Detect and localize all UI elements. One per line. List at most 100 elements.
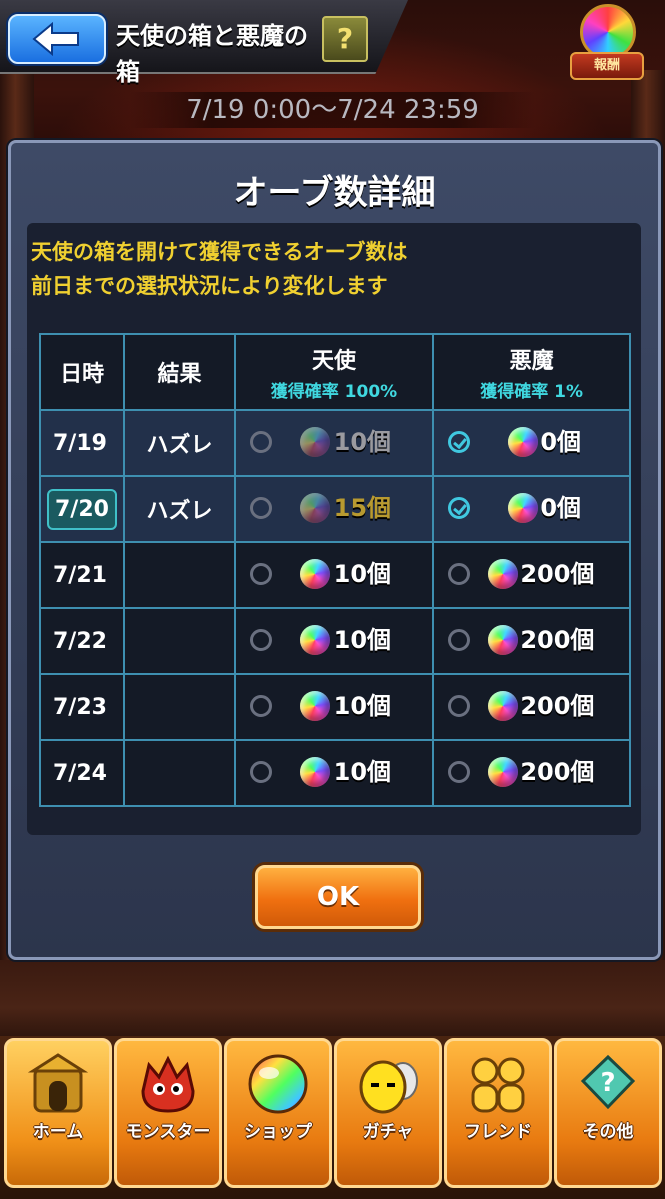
angel-option[interactable]: 10個 xyxy=(233,739,435,807)
other-icon: ? xyxy=(580,1054,636,1110)
angel-option[interactable]: 10個 xyxy=(233,607,435,675)
nav-label: ショップ xyxy=(244,1122,312,1142)
orb-icon xyxy=(299,559,330,589)
radio-unchecked-icon xyxy=(249,497,272,519)
orb-icon xyxy=(508,493,539,523)
radio-unchecked-icon[interactable] xyxy=(249,695,272,717)
orb-icon xyxy=(488,625,519,655)
nav-item-gacha[interactable]: ガチャ xyxy=(334,1038,442,1188)
notice-line: 天使の箱を開けて獲得できるオーブ数は xyxy=(31,240,408,264)
angel-option: 15個 xyxy=(233,475,435,543)
row-result xyxy=(123,607,236,675)
table-row: 7/19 ハズレ 10個 0個 xyxy=(38,409,631,477)
radio-unchecked-icon[interactable] xyxy=(448,563,471,585)
nav-item-shop[interactable]: ショップ xyxy=(224,1038,332,1188)
angel-amount: 10個 xyxy=(333,560,392,588)
radio-unchecked-icon[interactable] xyxy=(448,761,471,783)
back-button[interactable] xyxy=(8,14,106,64)
angel-amount: 10個 xyxy=(333,692,392,720)
orb-icon xyxy=(299,625,330,655)
orb-icon xyxy=(488,757,519,787)
notice-line: 前日までの選択状況により変化します xyxy=(31,274,388,298)
back-arrow-icon xyxy=(32,22,79,56)
devil-amount: 200個 xyxy=(520,758,595,786)
table-row: 7/21 10個 200個 xyxy=(38,541,631,609)
reward-label: 報酬 xyxy=(570,52,644,80)
nav-item-monster[interactable]: モンスター xyxy=(114,1038,222,1188)
devil-amount: 0個 xyxy=(540,494,582,522)
reward-button[interactable]: 報酬 xyxy=(566,2,644,82)
castle-icon xyxy=(27,1053,89,1113)
row-date: 7/21 xyxy=(38,541,126,609)
devil-amount: 200個 xyxy=(520,692,595,720)
row-date: 7/20 xyxy=(38,475,126,543)
page-title: 天使の箱と悪魔の箱 xyxy=(116,22,308,86)
angel-option[interactable]: 10個 xyxy=(233,541,435,609)
devil-option: 0個 xyxy=(432,475,631,543)
notice-text: 天使の箱を開けて獲得できるオーブ数は 前日までの選択状況により変化します xyxy=(31,235,591,303)
nav-label: モンスター xyxy=(125,1122,211,1142)
radio-unchecked-icon xyxy=(249,431,272,453)
table-row: 7/20 ハズレ 15個 0個 xyxy=(38,475,631,543)
angel-amount: 15個 xyxy=(333,494,392,522)
nav-item-other[interactable]: ? その他 xyxy=(554,1038,662,1188)
bottom-nav: ホーム モンスター ショップ ガチャ フレンド ? その他 xyxy=(0,1036,665,1199)
row-result: ハズレ xyxy=(123,409,236,477)
radio-unchecked-icon[interactable] xyxy=(249,761,272,783)
nav-item-friend[interactable]: フレンド xyxy=(444,1038,552,1188)
orb-icon xyxy=(299,757,330,787)
background-floor xyxy=(0,960,665,1040)
row-date: 7/24 xyxy=(38,739,126,807)
row-result xyxy=(123,541,236,609)
nav-label: ホーム xyxy=(32,1122,84,1142)
devil-option: 0個 xyxy=(432,409,631,477)
angel-rate: 獲得確率 100% xyxy=(270,381,398,402)
friends-icon xyxy=(471,1057,525,1113)
radio-checked-icon xyxy=(448,431,471,453)
table-row: 7/24 10個 200個 xyxy=(38,739,631,807)
radio-checked-icon xyxy=(448,497,471,519)
header-date: 日時 xyxy=(38,333,126,411)
devil-amount: 200個 xyxy=(520,626,595,654)
orb-icon xyxy=(299,427,330,457)
row-date: 7/19 xyxy=(38,409,126,477)
devil-option[interactable]: 200個 xyxy=(432,673,631,741)
row-result: ハズレ xyxy=(123,475,236,543)
angel-amount: 10個 xyxy=(333,626,392,654)
row-date: 7/23 xyxy=(38,673,126,741)
orb-icon xyxy=(488,559,519,589)
egg-icon xyxy=(359,1060,418,1114)
header-result: 結果 xyxy=(123,333,236,411)
svg-text:?: ? xyxy=(600,1068,615,1098)
table-header-row: 日時 結果 天使 獲得確率 100% 悪魔 獲得確率 1% xyxy=(38,333,631,411)
ok-button[interactable]: OK xyxy=(255,865,421,929)
devil-option[interactable]: 200個 xyxy=(432,739,631,807)
orb-table: 日時 結果 天使 獲得確率 100% 悪魔 獲得確率 1% 7/19 ハズレ 1… xyxy=(38,333,631,807)
orb-icon xyxy=(299,691,330,721)
radio-unchecked-icon[interactable] xyxy=(249,629,272,651)
event-period: 7/19 0:00〜7/24 23:59 xyxy=(130,92,535,128)
monster-icon xyxy=(141,1055,195,1113)
orb-icon xyxy=(299,493,330,523)
devil-amount: 200個 xyxy=(520,560,595,588)
angel-option: 10個 xyxy=(233,409,435,477)
row-result xyxy=(123,673,236,741)
devil-option[interactable]: 200個 xyxy=(432,541,631,609)
angel-amount: 10個 xyxy=(333,758,392,786)
dialog-title: オーブ数詳細 xyxy=(233,173,436,213)
table-row: 7/23 10個 200個 xyxy=(38,673,631,741)
row-result xyxy=(123,739,236,807)
row-date: 7/22 xyxy=(38,607,126,675)
devil-amount: 0個 xyxy=(540,428,582,456)
help-button[interactable]: ? xyxy=(322,16,368,62)
radio-unchecked-icon[interactable] xyxy=(249,563,272,585)
radio-unchecked-icon[interactable] xyxy=(448,695,471,717)
radio-unchecked-icon[interactable] xyxy=(448,629,471,651)
angel-option[interactable]: 10個 xyxy=(233,673,435,741)
nav-label: フレンド xyxy=(464,1122,532,1142)
header-angel: 天使 獲得確率 100% xyxy=(233,333,435,411)
table-row: 7/22 10個 200個 xyxy=(38,607,631,675)
today-date-badge: 7/20 xyxy=(47,488,117,530)
devil-option[interactable]: 200個 xyxy=(432,607,631,675)
nav-item-home[interactable]: ホーム xyxy=(4,1038,112,1188)
